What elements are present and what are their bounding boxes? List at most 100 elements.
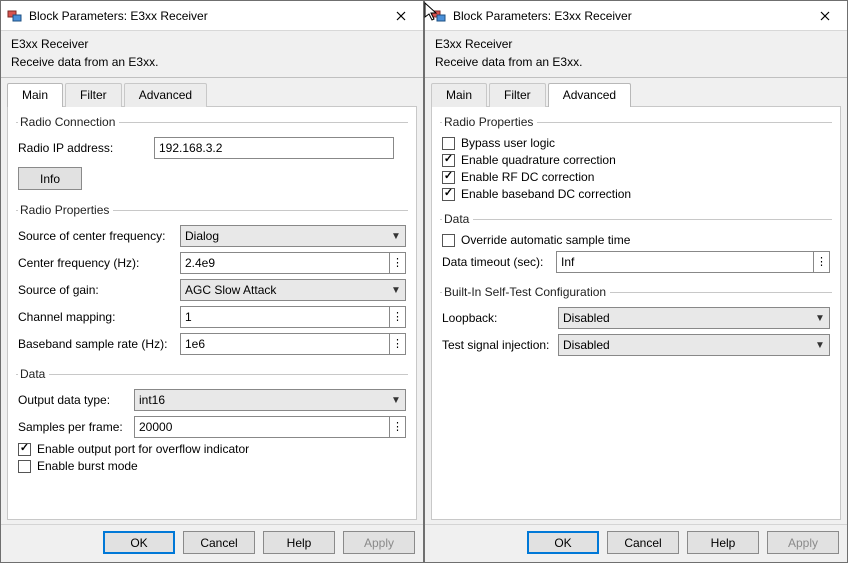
apply-button[interactable]: Apply — [343, 531, 415, 554]
tab-main[interactable]: Main — [7, 83, 63, 107]
block-desc-text: Receive data from an E3xx. — [435, 55, 837, 69]
vdots-icon: ⋮ — [816, 257, 827, 268]
ok-button[interactable]: OK — [103, 531, 175, 554]
tab-filter[interactable]: Filter — [65, 83, 122, 107]
block-description: E3xx Receiver Receive data from an E3xx. — [1, 31, 423, 78]
select-value: AGC Slow Attack — [185, 283, 391, 297]
dialog-footer: OK Cancel Help Apply — [425, 524, 847, 562]
label-test-signal-injection: Test signal injection: — [442, 338, 552, 352]
group-bist: Built-In Self-Test Configuration Loopbac… — [440, 285, 832, 362]
vdots-icon: ⋮ — [392, 422, 403, 433]
vdots-icon: ⋮ — [392, 258, 403, 269]
edit-options-button[interactable]: ⋮ — [390, 416, 406, 438]
checkbox-icon — [18, 460, 31, 473]
edit-options-button[interactable]: ⋮ — [390, 333, 406, 355]
label-output-data-type: Output data type: — [18, 393, 128, 407]
ok-button[interactable]: OK — [527, 531, 599, 554]
block-name: E3xx Receiver — [11, 37, 413, 51]
check-rf-dc-correction[interactable]: Enable RF DC correction — [442, 170, 830, 184]
row-samples-per-frame: Samples per frame: ⋮ — [18, 415, 406, 439]
label-center-freq: Center frequency (Hz): — [18, 256, 174, 270]
checkbox-icon — [442, 188, 455, 201]
label-loopback: Loopback: — [442, 311, 552, 325]
close-icon — [396, 8, 406, 24]
group-legend: Data — [442, 212, 473, 226]
window-title: Block Parameters: E3xx Receiver — [453, 9, 805, 23]
help-button[interactable]: Help — [263, 531, 335, 554]
row-output-data-type: Output data type: int16 ▼ — [18, 388, 406, 412]
output-data-type-select[interactable]: int16 ▼ — [134, 389, 406, 411]
check-label: Override automatic sample time — [461, 233, 630, 247]
group-radio-properties: Radio Properties Bypass user logic Enabl… — [440, 115, 832, 206]
label-samples-per-frame: Samples per frame: — [18, 420, 128, 434]
close-button[interactable] — [805, 2, 845, 30]
label-baseband-sample-rate: Baseband sample rate (Hz): — [18, 337, 174, 351]
titlebar: Block Parameters: E3xx Receiver — [425, 1, 847, 31]
select-value: Disabled — [563, 338, 815, 352]
row-baseband-sample-rate: Baseband sample rate (Hz): ⋮ — [18, 332, 406, 356]
cancel-button[interactable]: Cancel — [183, 531, 255, 554]
check-override-sample-time[interactable]: Override automatic sample time — [442, 233, 830, 247]
samples-per-frame-input[interactable] — [134, 416, 390, 438]
chevron-down-icon: ▼ — [815, 340, 825, 351]
group-data: Data Override automatic sample time Data… — [440, 212, 832, 279]
tab-filter[interactable]: Filter — [489, 83, 546, 107]
center-freq-input[interactable] — [180, 252, 390, 274]
group-radio-properties: Radio Properties Source of center freque… — [16, 203, 408, 361]
select-value: Disabled — [563, 311, 815, 325]
close-button[interactable] — [381, 2, 421, 30]
src-center-freq-select[interactable]: Dialog ▼ — [180, 225, 406, 247]
group-legend: Radio Properties — [442, 115, 537, 129]
tab-bar: Main Filter Advanced — [1, 78, 423, 106]
chevron-down-icon: ▼ — [391, 395, 401, 406]
checkbox-icon — [442, 154, 455, 167]
check-burst-mode[interactable]: Enable burst mode — [18, 459, 406, 473]
simulink-icon — [7, 8, 23, 24]
info-button[interactable]: Info — [18, 167, 82, 190]
group-legend: Data — [18, 367, 49, 381]
group-legend: Built-In Self-Test Configuration — [442, 285, 610, 299]
edit-options-button[interactable]: ⋮ — [390, 306, 406, 328]
label-channel-mapping: Channel mapping: — [18, 310, 174, 324]
check-bypass-user-logic[interactable]: Bypass user logic — [442, 136, 830, 150]
checkbox-icon — [442, 171, 455, 184]
window-title: Block Parameters: E3xx Receiver — [29, 9, 381, 23]
select-value: Dialog — [185, 229, 391, 243]
tab-page-advanced: Radio Properties Bypass user logic Enabl… — [431, 106, 841, 520]
chevron-down-icon: ▼ — [815, 313, 825, 324]
row-channel-mapping: Channel mapping: ⋮ — [18, 305, 406, 329]
tab-advanced[interactable]: Advanced — [124, 83, 207, 107]
row-test-signal-injection: Test signal injection: Disabled ▼ — [442, 333, 830, 357]
test-signal-injection-select[interactable]: Disabled ▼ — [558, 334, 830, 356]
titlebar: Block Parameters: E3xx Receiver — [1, 1, 423, 31]
src-gain-select[interactable]: AGC Slow Attack ▼ — [180, 279, 406, 301]
check-quadrature-correction[interactable]: Enable quadrature correction — [442, 153, 830, 167]
label-radio-ip: Radio IP address: — [18, 141, 148, 155]
check-overflow-port[interactable]: Enable output port for overflow indicato… — [18, 442, 406, 456]
edit-options-button[interactable]: ⋮ — [814, 251, 830, 273]
cancel-button[interactable]: Cancel — [607, 531, 679, 554]
edit-options-button[interactable]: ⋮ — [390, 252, 406, 274]
check-label: Bypass user logic — [461, 136, 555, 150]
data-timeout-input[interactable] — [556, 251, 814, 273]
group-legend: Radio Connection — [18, 115, 119, 129]
row-radio-ip: Radio IP address: — [18, 136, 406, 160]
baseband-sample-rate-input[interactable] — [180, 333, 390, 355]
tab-advanced[interactable]: Advanced — [548, 83, 631, 107]
apply-button[interactable]: Apply — [767, 531, 839, 554]
block-desc-text: Receive data from an E3xx. — [11, 55, 413, 69]
dialog-footer: OK Cancel Help Apply — [1, 524, 423, 562]
chevron-down-icon: ▼ — [391, 231, 401, 242]
channel-mapping-input[interactable] — [180, 306, 390, 328]
tab-main[interactable]: Main — [431, 83, 487, 107]
chevron-down-icon: ▼ — [391, 285, 401, 296]
loopback-select[interactable]: Disabled ▼ — [558, 307, 830, 329]
vdots-icon: ⋮ — [392, 339, 403, 350]
check-baseband-dc-correction[interactable]: Enable baseband DC correction — [442, 187, 830, 201]
vdots-icon: ⋮ — [392, 312, 403, 323]
group-radio-connection: Radio Connection Radio IP address: Info — [16, 115, 408, 197]
row-center-freq: Center frequency (Hz): ⋮ — [18, 251, 406, 275]
radio-ip-input[interactable] — [154, 137, 394, 159]
help-button[interactable]: Help — [687, 531, 759, 554]
close-icon — [820, 8, 830, 24]
